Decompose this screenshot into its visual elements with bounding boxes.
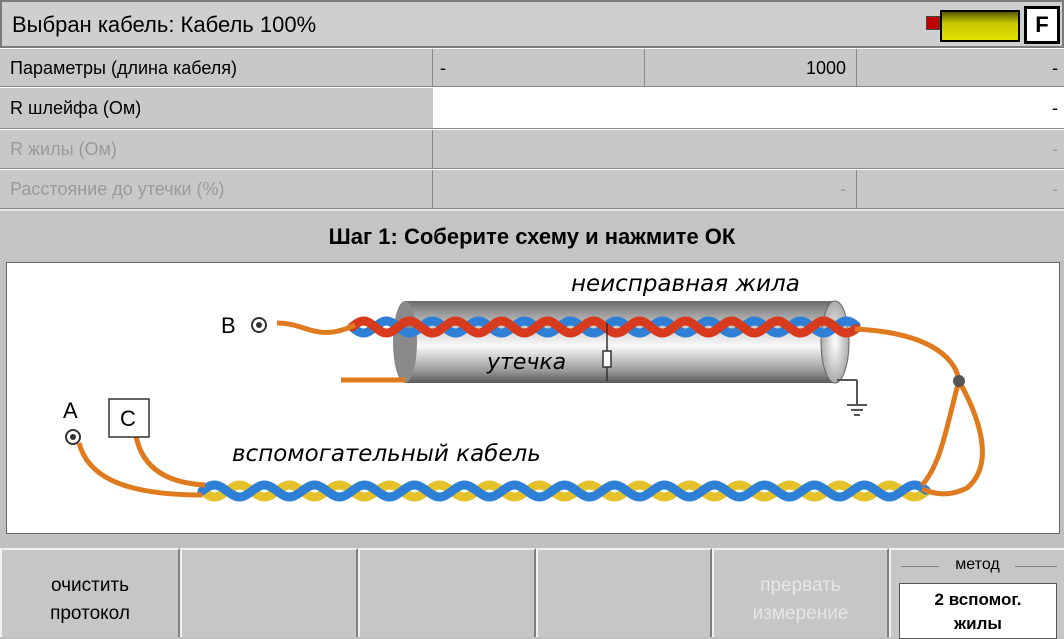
param-row-leak-distance: Расстояние до утечки (%) - - — [0, 169, 1064, 209]
step-instruction: Шаг 1: Соберите схему и нажмите ОК — [328, 224, 736, 249]
param-value-2: 1000 — [805, 58, 846, 78]
terminal-a-label: A — [63, 398, 78, 423]
terminal-b-label: B — [221, 313, 236, 338]
param-value-3: - — [1052, 58, 1058, 78]
wiring-diagram: B A C неисправная жила утечка вспомогате… — [6, 262, 1060, 534]
f-button[interactable]: F — [1024, 6, 1060, 44]
leak-label: утечка — [486, 350, 566, 375]
softkey-2[interactable] — [180, 548, 358, 637]
softkey-3[interactable] — [358, 548, 536, 637]
aux-cable-twisted-pair — [197, 480, 931, 502]
param-value-1: - — [440, 58, 446, 78]
aux-cable-label: вспомогательный кабель — [232, 441, 541, 467]
param-value-3: - — [1052, 98, 1058, 118]
step-instruction-bar: Шаг 1: Соберите схему и нажмите ОК — [0, 209, 1064, 261]
method-panel[interactable]: метод 2 вспомог. жилы — [889, 548, 1064, 639]
param-value-2: - — [840, 179, 846, 199]
cable-body — [393, 300, 850, 384]
param-row-length[interactable]: Параметры (длина кабеля) - 1000 - — [0, 48, 1064, 87]
battery-level-indicator — [940, 10, 1020, 42]
param-row-loop-resistance[interactable]: R шлейфа (Ом) - — [0, 87, 1064, 129]
param-label: R жилы (Ом) — [10, 139, 117, 159]
selected-cable-title: Выбран кабель: Кабель 100% — [12, 12, 317, 37]
param-value-3: - — [1052, 139, 1058, 159]
status-indicator-icon — [926, 16, 940, 30]
faulty-core-label: неисправная жила — [571, 271, 800, 297]
softkey-4[interactable] — [536, 548, 712, 637]
clear-protocol-label: очистить протокол — [50, 575, 130, 624]
junction-node — [953, 375, 965, 387]
terminal-c-label: C — [120, 406, 136, 431]
wiring-diagram-svg: B A C неисправная жила утечка вспомогате… — [63, 271, 985, 502]
param-value-3: - — [1052, 179, 1058, 199]
ground-icon — [837, 379, 867, 416]
abort-measurement-label: прервать измерение — [752, 575, 849, 624]
param-row-core-resistance: R жилы (Ом) - — [0, 129, 1064, 169]
title-bar: Выбран кабель: Кабель 100% — [0, 0, 1064, 48]
param-label: R шлейфа (Ом) — [10, 98, 142, 118]
method-caption: метод — [955, 556, 1000, 573]
terminal-a-icon — [65, 429, 81, 445]
clear-protocol-button[interactable]: очистить протокол — [0, 548, 180, 637]
param-label: Расстояние до утечки (%) — [10, 179, 225, 199]
terminal-b-icon — [251, 317, 267, 333]
method-value[interactable]: 2 вспомог. жилы — [899, 583, 1057, 639]
param-label: Параметры (длина кабеля) — [10, 58, 238, 78]
abort-measurement-button[interactable]: прервать измерение — [712, 548, 889, 637]
